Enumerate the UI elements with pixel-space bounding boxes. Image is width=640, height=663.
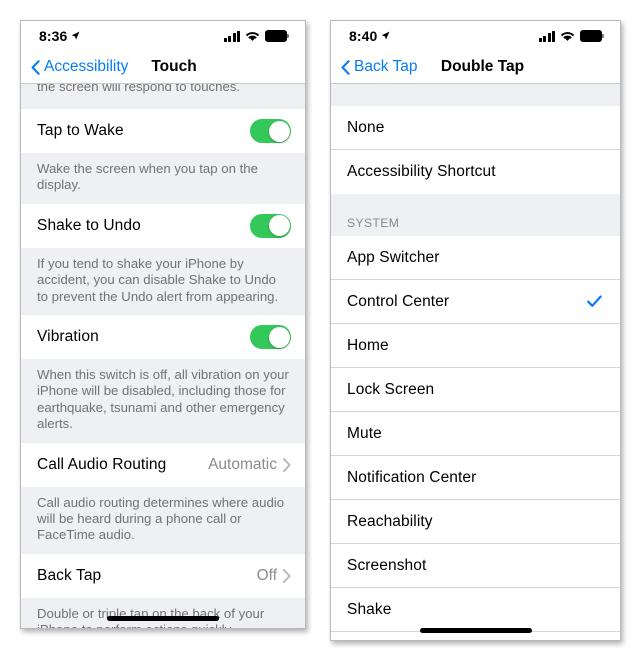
status-time-label: 8:36: [39, 28, 68, 44]
chevron-left-icon: [31, 59, 40, 75]
option-label: Home: [347, 336, 389, 354]
option-shake[interactable]: Shake: [331, 588, 620, 632]
option-lock-screen[interactable]: Lock Screen: [331, 368, 620, 412]
note-vibration: When this switch is off, all vibration o…: [21, 359, 305, 443]
option-home[interactable]: Home: [331, 324, 620, 368]
row-label: Shake to Undo: [37, 216, 141, 234]
row-shake-to-undo[interactable]: Shake to Undo: [21, 203, 305, 248]
option-label: Reachability: [347, 512, 433, 530]
home-indicator-right: [419, 628, 532, 633]
phone-screenshot-left: 8:36 Accessibility Touch the screen will…: [20, 20, 306, 629]
checkmark-icon: [587, 295, 602, 307]
row-call-audio-routing[interactable]: Call Audio Routing Automatic: [21, 442, 305, 487]
row-label: Call Audio Routing: [37, 455, 167, 473]
status-bar-icons: [538, 30, 604, 42]
toggle-tap-to-wake[interactable]: [250, 119, 291, 143]
row-label: Vibration: [37, 328, 99, 346]
option-none[interactable]: None: [331, 106, 620, 150]
option-notification-center[interactable]: Notification Center: [331, 456, 620, 500]
status-bar-time: 8:40: [349, 28, 390, 44]
row-vibration[interactable]: Vibration: [21, 315, 305, 360]
row-value: Off: [256, 566, 277, 584]
location-arrow-icon: [382, 31, 390, 40]
back-button-label: Accessibility: [44, 58, 129, 75]
cellular-signal-icon: [538, 30, 555, 42]
row-label: Back Tap: [37, 566, 102, 584]
row-value: Automatic: [208, 455, 277, 473]
chevron-left-icon: [341, 59, 350, 75]
option-label: Screenshot: [347, 556, 427, 574]
status-bar-icons: [223, 30, 289, 42]
chevron-right-icon: [283, 457, 291, 472]
note-back-tap: Double or triple tap on the back of your…: [21, 597, 305, 628]
option-accessibility-shortcut[interactable]: Accessibility Shortcut: [331, 150, 620, 194]
option-mute[interactable]: Mute: [331, 412, 620, 456]
chevron-right-icon: [283, 568, 291, 583]
nav-bar-right: Back Tap Double Tap: [331, 51, 620, 84]
option-reachability[interactable]: Reachability: [331, 500, 620, 544]
option-label: Lock Screen: [347, 380, 435, 398]
group-spacer-top: [331, 84, 620, 106]
home-indicator-left: [107, 616, 219, 621]
phone-screenshot-right: 8:40 Back Tap Double Tap None Accessibil…: [330, 20, 621, 641]
battery-full-icon: [265, 30, 289, 42]
toggle-vibration[interactable]: [250, 325, 291, 350]
screenshot-stage: 8:36 Accessibility Touch the screen will…: [0, 0, 640, 663]
row-back-tap[interactable]: Back Tap Off: [21, 553, 305, 598]
note-shake-to-undo: If you tend to shake your iPhone by acci…: [21, 247, 305, 316]
status-bar-time: 8:36: [39, 28, 80, 44]
battery-full-icon: [580, 30, 604, 42]
wifi-icon: [245, 31, 260, 41]
option-label: App Switcher: [347, 248, 440, 266]
location-arrow-icon: [72, 31, 80, 40]
back-button-back-tap[interactable]: Back Tap: [341, 58, 417, 76]
option-app-switcher[interactable]: App Switcher: [331, 236, 620, 280]
back-button-label: Back Tap: [354, 58, 418, 75]
option-label: None: [347, 118, 385, 136]
note-tap-to-wake: Wake the screen when you tap on the disp…: [21, 153, 305, 204]
option-screenshot[interactable]: Screenshot: [331, 544, 620, 588]
nav-bar-left: Accessibility Touch: [21, 51, 305, 84]
section-header-system: SYSTEM: [331, 194, 620, 236]
settings-list-left[interactable]: the screen will respond to touches. Tap …: [21, 84, 305, 628]
status-time-label: 8:40: [349, 28, 378, 44]
row-label: Tap to Wake: [37, 122, 124, 139]
option-label: Accessibility Shortcut: [347, 163, 496, 180]
option-siri[interactable]: Siri: [331, 632, 620, 640]
toggle-shake-to-undo[interactable]: [250, 213, 291, 238]
back-button-accessibility[interactable]: Accessibility: [31, 58, 128, 76]
option-control-center[interactable]: Control Center: [331, 280, 620, 324]
row-tap-to-wake[interactable]: Tap to Wake: [21, 109, 305, 153]
group-spacer: [21, 96, 305, 109]
status-bar-left: 8:36: [21, 21, 305, 51]
option-label: Mute: [347, 424, 382, 442]
cellular-signal-icon: [223, 30, 240, 42]
option-label: Shake: [347, 600, 392, 618]
option-label: Control Center: [347, 292, 450, 310]
option-label: Notification Center: [347, 468, 477, 486]
clipped-footer-note: the screen will respond to touches.: [21, 84, 305, 96]
note-call-audio-routing: Call audio routing determines where audi…: [21, 486, 305, 554]
action-list-right[interactable]: None Accessibility Shortcut SYSTEM App S…: [331, 84, 620, 640]
status-bar-right: 8:40: [331, 21, 620, 51]
wifi-icon: [560, 31, 575, 41]
